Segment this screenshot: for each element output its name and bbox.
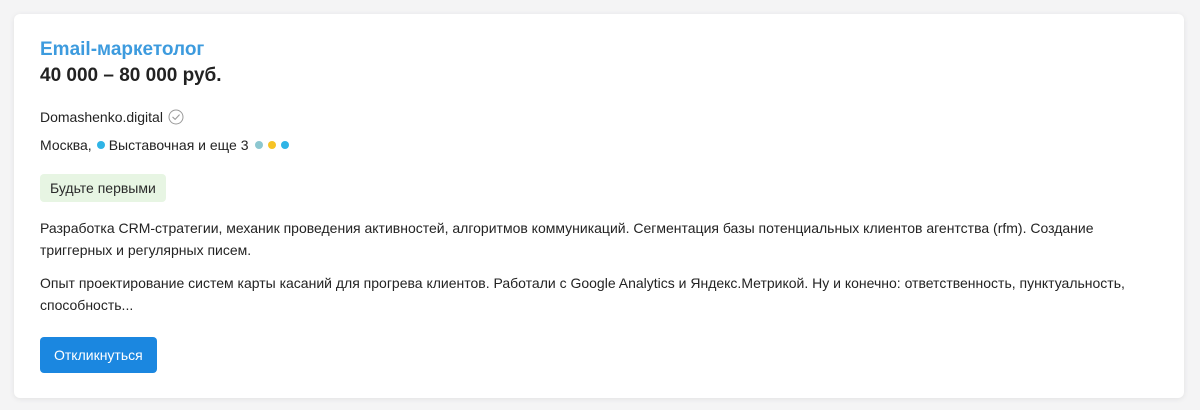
apply-button[interactable]: Откликнуться	[40, 337, 157, 373]
vacancy-title-link[interactable]: Email-маркетолог	[40, 39, 204, 61]
description-paragraph: Разработка CRM-стратегии, механик провед…	[40, 220, 1094, 258]
description-paragraph: Опыт проектирование систем карты касаний…	[40, 275, 1125, 313]
verified-check-icon	[168, 109, 184, 125]
more-stations-text: и еще 3	[198, 137, 249, 153]
be-first-badge: Будьте первыми	[40, 174, 166, 202]
more-metro-dots	[254, 141, 289, 149]
metro-line-dot	[254, 141, 263, 149]
metro-station: Выставочная	[108, 137, 195, 153]
company-name-link[interactable]: Domashenko.digital	[40, 109, 163, 125]
metro-line-dot	[96, 141, 105, 149]
salary: 40 000 – 80 000 руб.	[40, 65, 222, 86]
city: Москва,	[40, 137, 92, 153]
metro-line-dot	[267, 141, 276, 149]
vacancy-card: Email-маркетолог 40 000 – 80 000 руб. Do…	[14, 14, 1184, 398]
metro-line-dot	[280, 141, 289, 149]
location-row: Москва, Выставочная и еще 3	[40, 137, 289, 153]
company-row: Domashenko.digital	[40, 109, 184, 125]
more-stations: и еще 3	[194, 137, 248, 153]
